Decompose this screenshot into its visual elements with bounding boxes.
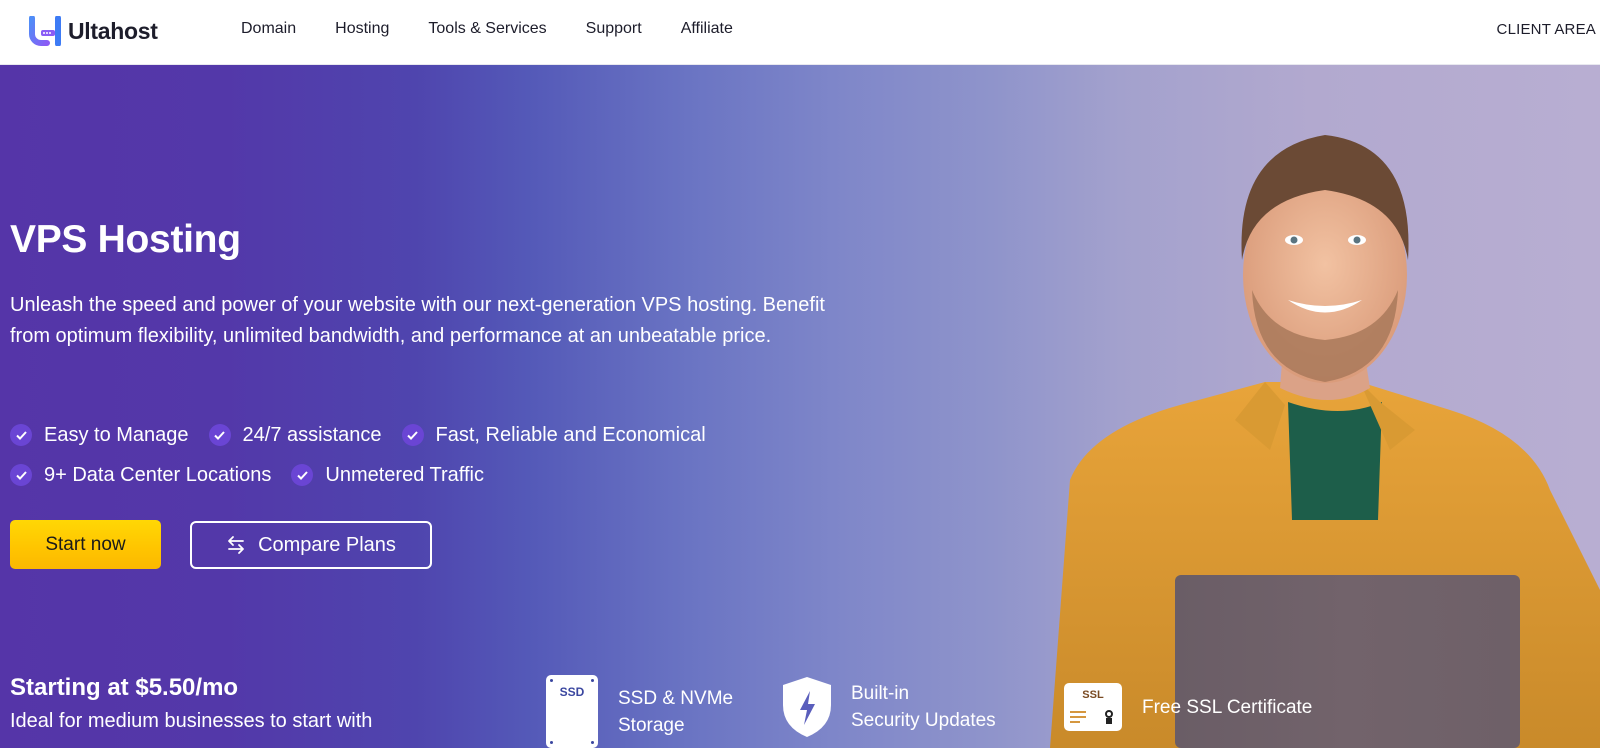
- nav-hosting[interactable]: Hosting: [335, 20, 389, 38]
- compare-plans-button[interactable]: Compare Plans: [190, 521, 432, 569]
- feature-list: Easy to Manage 24/7 assistance Fast, Rel…: [10, 415, 810, 495]
- price-subtitle: Ideal for medium businesses to start wit…: [10, 710, 373, 732]
- hero-description: Unleash the speed and power of your webs…: [10, 294, 825, 347]
- feature-item: Fast, Reliable and Economical: [401, 423, 706, 447]
- ssd-icon: SSD: [546, 675, 598, 748]
- benefit-security-updates: Built-in Security Updates: [781, 675, 996, 739]
- hero-title: VPS Hosting: [10, 218, 241, 261]
- ssl-icon-text: SSL: [1082, 689, 1104, 701]
- top-navbar: Ultahost Domain Hosting Tools & Services…: [0, 0, 1600, 65]
- check-icon: [10, 464, 32, 486]
- benefit-free-ssl: SSL Free SSL Certificate: [1064, 683, 1312, 731]
- logo-text: Ultahost: [68, 17, 158, 44]
- nav-affiliate[interactable]: Affiliate: [681, 20, 733, 38]
- hero-section: VPS Hosting Unleash the speed and power …: [0, 65, 1600, 748]
- check-icon: [401, 424, 424, 446]
- client-area-link[interactable]: CLIENT AREA: [1497, 21, 1596, 38]
- benefit-line: Built-in: [851, 683, 910, 704]
- check-icon: [10, 424, 32, 446]
- shield-bolt-icon: [783, 677, 831, 737]
- feature-item: 24/7 assistance: [208, 423, 382, 447]
- price-title: Starting at $5.50/mo: [10, 674, 239, 701]
- check-icon: [291, 464, 314, 486]
- benefit-line: Security Updates: [851, 710, 996, 731]
- benefit-ssd-storage: SSD SSD & NVMe Storage: [546, 675, 733, 748]
- start-now-button[interactable]: Start now: [10, 520, 161, 569]
- benefit-line: SSD & NVMe: [618, 687, 734, 709]
- benefit-label: Built-in Security Updates: [851, 680, 996, 734]
- benefit-label: Free SSL Certificate: [1142, 696, 1313, 718]
- feature-row: Easy to Manage 24/7 assistance Fast, Rel…: [10, 415, 810, 455]
- feature-label: Unmetered Traffic: [325, 463, 484, 486]
- benefit-line: Storage: [618, 714, 685, 736]
- feature-item: 9+ Data Center Locations: [10, 464, 271, 487]
- hero-person-image: [1030, 120, 1600, 748]
- feature-label: Easy to Manage: [44, 423, 189, 446]
- feature-row: 9+ Data Center Locations Unmetered Traff…: [10, 455, 810, 495]
- nav-domain[interactable]: Domain: [241, 20, 296, 38]
- benefit-label: SSD & NVMe Storage: [618, 685, 733, 739]
- feature-label: Fast, Reliable and Economical: [435, 423, 706, 446]
- swap-arrows-icon: [228, 536, 244, 554]
- check-icon: [208, 424, 231, 446]
- compare-plans-label: Compare Plans: [258, 533, 396, 556]
- ultahost-logo-icon: [28, 15, 66, 47]
- main-nav: Domain Hosting Tools & Services Support …: [241, 20, 772, 38]
- nav-tools-services[interactable]: Tools & Services: [428, 20, 546, 38]
- feature-label: 24/7 assistance: [242, 423, 382, 446]
- feature-item: Easy to Manage: [10, 424, 189, 447]
- feature-label: 9+ Data Center Locations: [44, 463, 272, 486]
- ultahost-logo[interactable]: Ultahost: [28, 15, 158, 47]
- ssl-certificate-icon: SSL: [1064, 683, 1122, 731]
- nav-support[interactable]: Support: [586, 20, 642, 38]
- feature-item: Unmetered Traffic: [291, 464, 484, 487]
- ssd-icon-text: SSD: [559, 685, 585, 699]
